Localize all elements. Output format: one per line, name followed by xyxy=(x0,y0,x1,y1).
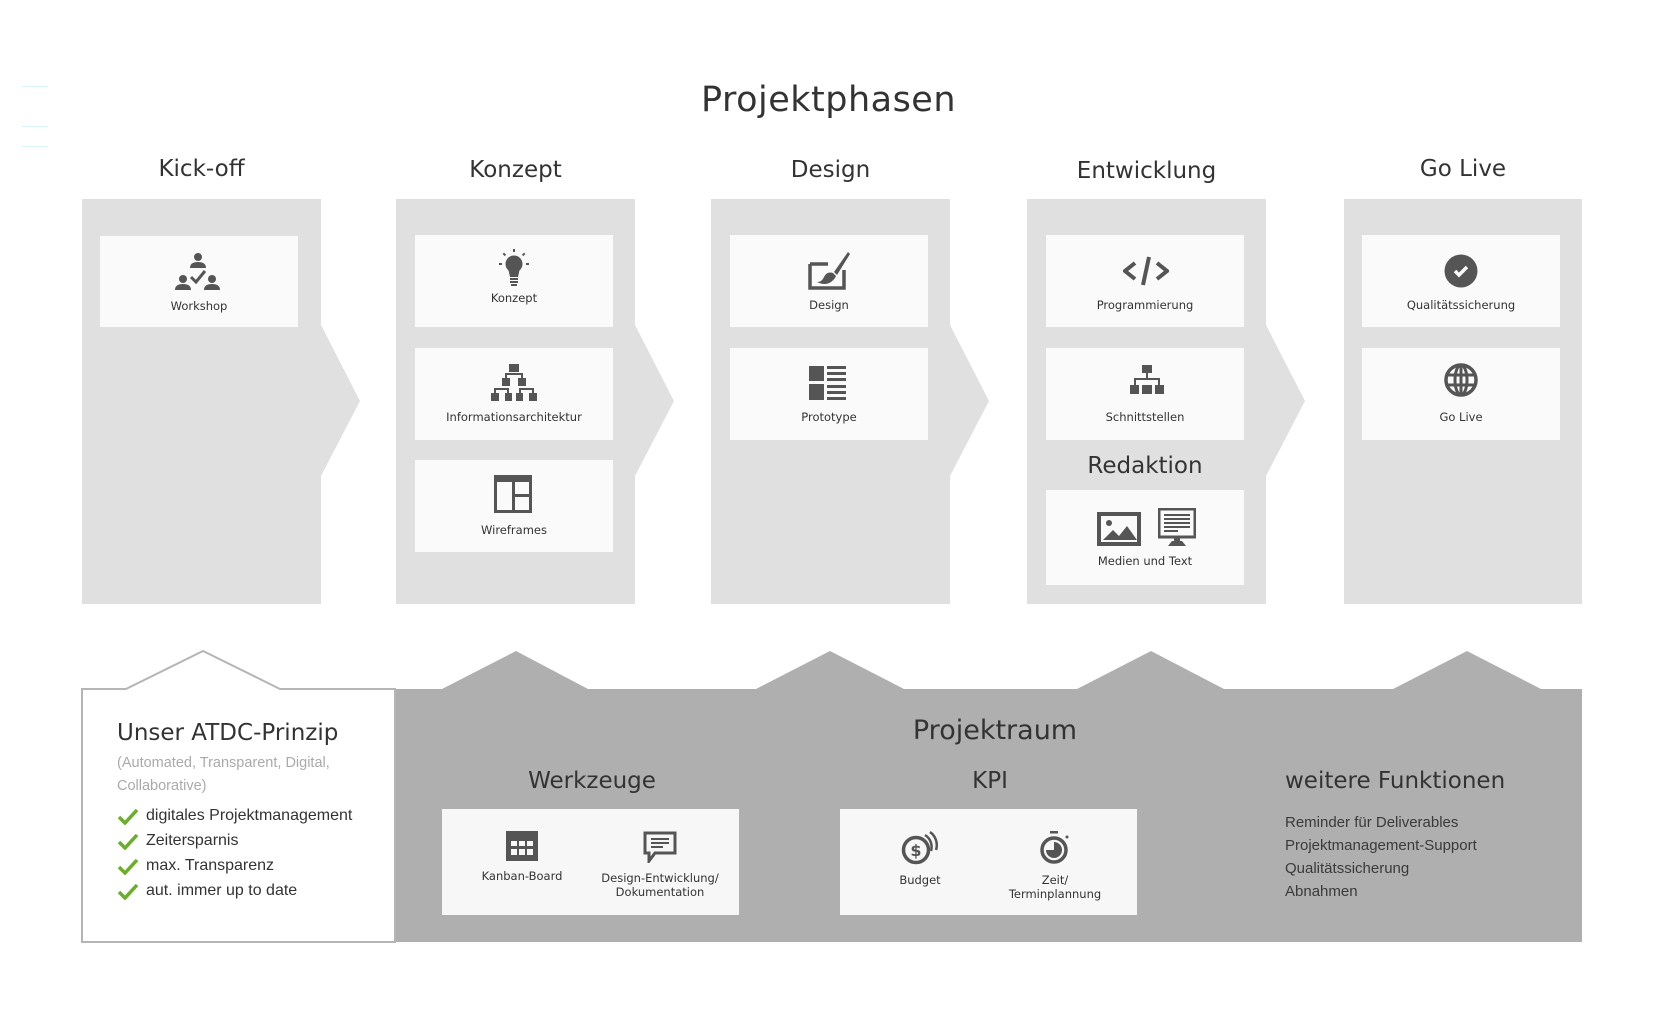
svg-text:$: $ xyxy=(910,841,921,860)
card-prototype[interactable]: Prototype xyxy=(730,348,928,440)
card-konzept[interactable]: Konzept xyxy=(415,235,613,327)
card-label: Go Live xyxy=(1439,410,1483,424)
atdc-subtitle: (Automated, Transparent, Digital, Collab… xyxy=(117,755,330,794)
code-icon xyxy=(1123,256,1169,286)
function-item: Projektmanagement-Support xyxy=(1285,837,1477,854)
thumbnail-list-icon xyxy=(809,366,846,400)
tool-design-entwicklung[interactable]: Design-Entwicklung/ Dokumentation xyxy=(590,831,730,899)
card-label: Medien und Text xyxy=(1097,554,1193,568)
coins-dollar-icon: $ xyxy=(901,831,939,865)
phase-title-golive: Go Live xyxy=(1419,156,1507,182)
kpi-label-line2: Terminplannung xyxy=(1008,887,1102,901)
card-label: Konzept xyxy=(490,291,538,305)
kpi-title: KPI xyxy=(972,768,1008,794)
card-informationsarchitektur[interactable]: Informationsarchitektur xyxy=(415,348,613,440)
sitemap-icon xyxy=(491,364,537,401)
kpi-box: $ Budget Zeit/ Terminplannung xyxy=(840,809,1137,915)
card-workshop[interactable]: Workshop xyxy=(100,236,298,327)
check-circle-icon xyxy=(1444,254,1478,288)
card-schnittstellen[interactable]: Schnittstellen xyxy=(1046,348,1244,440)
kpi-zeit[interactable]: Zeit/ Terminplannung xyxy=(990,831,1120,901)
section-title-redaktion: Redaktion xyxy=(1087,453,1203,479)
card-programmierung[interactable]: Programmierung xyxy=(1046,235,1244,327)
checkmark-icon xyxy=(118,884,138,900)
globe-icon xyxy=(1444,363,1478,397)
card-label: Schnittstellen xyxy=(1105,410,1185,424)
card-medien-und-text[interactable]: Medien und Text xyxy=(1046,490,1244,585)
calendar-grid-icon xyxy=(506,831,538,861)
kpi-label: Budget xyxy=(899,873,941,887)
speech-bubble-icon xyxy=(643,831,677,863)
phase-title-konzept: Konzept xyxy=(469,157,562,183)
werkzeuge-box: Kanban-Board Design-Entwicklung/ Dokumen… xyxy=(442,809,739,915)
tool-label: Kanban-Board xyxy=(481,869,563,883)
phase-title-entwicklung: Entwicklung xyxy=(1076,158,1217,184)
function-item: Abnahmen xyxy=(1285,883,1358,900)
tool-label-line2: Dokumentation xyxy=(615,885,705,899)
checkmark-icon xyxy=(118,809,138,825)
werkzeuge-title: Werkzeuge xyxy=(528,768,656,794)
tool-kanban-board[interactable]: Kanban-Board xyxy=(462,831,582,883)
projektraum-title: Projektraum xyxy=(912,715,1078,746)
paintbrush-canvas-icon xyxy=(808,252,850,290)
checkmark-icon xyxy=(118,834,138,850)
card-go-live[interactable]: Go Live xyxy=(1362,348,1560,440)
card-label: Design xyxy=(809,298,849,312)
card-label: Programmierung xyxy=(1096,298,1194,312)
network-icon xyxy=(1130,365,1164,394)
lightbulb-icon xyxy=(499,249,529,286)
team-check-icon xyxy=(175,253,220,290)
atdc-title: Unser ATDC-Prinzip xyxy=(117,720,339,746)
image-icon xyxy=(1097,512,1141,546)
kpi-budget[interactable]: $ Budget xyxy=(870,831,970,887)
tool-label-line1: Design-Entwicklung/ xyxy=(601,871,719,885)
card-qualitaetssicherung[interactable]: Qualitätssicherung xyxy=(1362,235,1560,327)
checkmark-icon xyxy=(118,859,138,875)
card-label: Prototype xyxy=(801,410,857,424)
stopwatch-icon xyxy=(1040,831,1069,864)
card-label: Qualitätssicherung xyxy=(1406,298,1516,312)
bottom-section-shapes xyxy=(81,649,1582,943)
card-design[interactable]: Design xyxy=(730,235,928,327)
monitor-text-icon xyxy=(1158,508,1196,546)
card-label: Wireframes xyxy=(481,523,547,537)
function-item: Reminder für Deliverables xyxy=(1285,814,1459,831)
phase-title-design: Design xyxy=(790,157,871,183)
card-label: Workshop xyxy=(170,299,228,313)
kpi-label-line1: Zeit/ xyxy=(1041,873,1069,887)
card-label: Informationsarchitektur xyxy=(446,410,582,424)
weitere-funktionen-title: weitere Funktionen xyxy=(1285,768,1506,794)
card-wireframes[interactable]: Wireframes xyxy=(415,460,613,552)
wireframe-layout-icon xyxy=(494,475,532,513)
phase-title-kickoff: Kick-off xyxy=(158,156,245,182)
function-item: Qualitätssicherung xyxy=(1285,860,1410,877)
